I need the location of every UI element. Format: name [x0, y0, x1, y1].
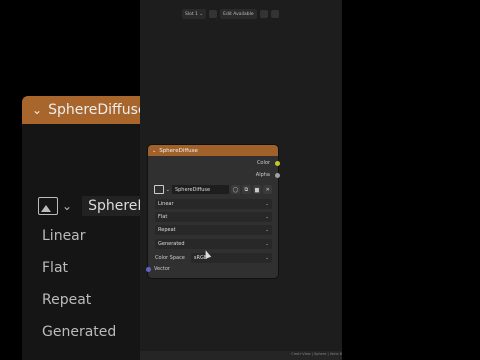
- output-color-label: Color: [256, 160, 270, 166]
- color-space-row: Color Space sRGB ⌄: [155, 253, 272, 263]
- chevron-down-icon: ⌄: [62, 199, 73, 213]
- zoomed-row-interpolation: Linear: [42, 228, 86, 244]
- status-bar: Cmd+View | Sphere | Verts 8: [140, 351, 342, 360]
- color-space-label: Color Space: [155, 255, 185, 261]
- chevron-down-icon[interactable]: ⌄: [166, 187, 170, 193]
- extension-value: Repeat: [158, 227, 176, 233]
- image-texture-node[interactable]: ⌄ SphereDiffuse Color Alpha ⌄ SphereDiff…: [146, 145, 280, 278]
- video-frame: ⌄ SphereDiffuse ⌄ SphereD Linear Flat Re…: [0, 0, 480, 360]
- interpolation-value: Linear: [158, 201, 174, 207]
- node-title: SphereDiffuse: [159, 147, 198, 154]
- projection-value: Flat: [158, 214, 168, 220]
- mode-dropdown[interactable]: Edit Available: [220, 9, 257, 19]
- copy-icon[interactable]: [259, 10, 268, 18]
- source-dropdown[interactable]: Generated ⌄: [155, 239, 272, 249]
- input-vector-socket[interactable]: [146, 267, 151, 272]
- zoomed-node-panel: ⌄ SphereDiffuse ⌄ SphereD Linear Flat Re…: [22, 96, 140, 360]
- output-color-socket[interactable]: [275, 161, 280, 166]
- extension-dropdown[interactable]: Repeat ⌄: [155, 225, 272, 235]
- zoomed-row-extension: Repeat: [42, 292, 92, 308]
- projection-dropdown[interactable]: Flat ⌄: [155, 212, 272, 222]
- node-header[interactable]: ⌄ SphereDiffuse: [148, 145, 278, 156]
- zoomed-node-header: ⌄ SphereDiffuse: [22, 96, 140, 124]
- image-icon: [38, 197, 58, 215]
- fake-user-icon[interactable]: ◯: [231, 185, 240, 194]
- zoomed-row-source: Generated: [42, 324, 117, 340]
- chevron-down-icon[interactable]: ⌄: [152, 148, 156, 154]
- output-alpha-socket[interactable]: [275, 173, 280, 178]
- slot-dropdown[interactable]: Slot 1 ⌄: [182, 9, 207, 19]
- image-icon[interactable]: [209, 10, 218, 18]
- chevron-down-icon: ⌄: [265, 255, 269, 261]
- zoomed-node-title: SphereDiffuse: [48, 102, 140, 118]
- slot-label: Slot 1: [185, 11, 198, 17]
- image-name-field[interactable]: SphereDiffuse: [171, 185, 230, 194]
- interpolation-dropdown[interactable]: Linear ⌄: [155, 199, 272, 209]
- zoomed-image-name: SphereD: [82, 196, 140, 216]
- chevron-down-icon: ⌄: [265, 201, 269, 207]
- output-alpha-label: Alpha: [255, 172, 270, 178]
- chevron-down-icon: ⌄: [265, 227, 269, 233]
- status-text: Cmd+View | Sphere | Verts 8: [291, 352, 342, 356]
- chevron-down-icon: ⌄: [32, 103, 43, 117]
- image-icon[interactable]: [154, 185, 164, 194]
- node-editor-toolbar: Slot 1 ⌄ Edit Available: [182, 9, 279, 19]
- chevron-down-icon: ⌄: [265, 214, 269, 220]
- left-pillar: ⌄ SphereDiffuse ⌄ SphereD Linear Flat Re…: [0, 0, 140, 360]
- image-selector: ⌄ SphereDiffuse ◯ ⧉ ▆ ✕: [154, 184, 273, 195]
- input-vector-label: Vector: [154, 266, 170, 272]
- right-pillar: [342, 0, 480, 360]
- close-icon[interactable]: ✕: [263, 185, 273, 194]
- zoomed-image-row: ⌄ SphereD: [38, 196, 140, 216]
- pin-icon[interactable]: [270, 10, 279, 18]
- zoomed-row-projection: Flat: [42, 260, 69, 276]
- chevron-down-icon: ⌄: [265, 241, 269, 247]
- source-value: Generated: [158, 241, 185, 247]
- mode-label: Edit Available: [223, 11, 254, 17]
- folder-icon[interactable]: ▆: [252, 185, 262, 194]
- duplicate-icon[interactable]: ⧉: [241, 185, 251, 194]
